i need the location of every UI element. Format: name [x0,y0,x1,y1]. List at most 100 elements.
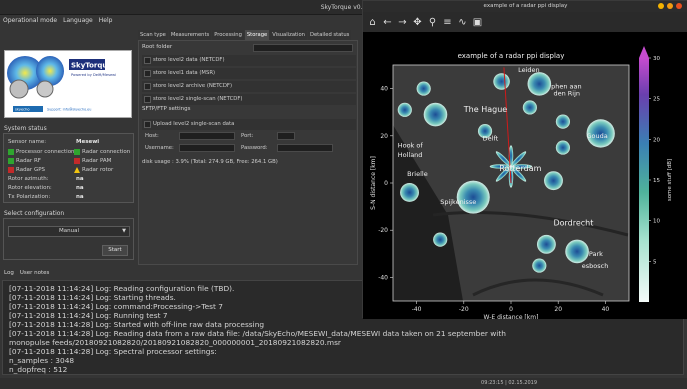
lines-icon[interactable]: ∿ [457,17,468,28]
start-button[interactable]: Start [102,245,128,256]
y-tick-label: 0 [384,180,388,187]
username-label: Username: [145,145,174,151]
radar-rf-indicator [8,158,14,164]
plot-canvas: -40 -20 0 20 40 -40 -20 0 20 40 Leiden phen aan den … [363,32,687,321]
support-link[interactable]: Support: info@skyecho.eu [47,108,91,112]
radar-pam-indicator [74,158,80,164]
log-line: [07-11-2018 11:14:28] Log: Reading data … [9,329,506,338]
indicator-label: Processor connection [16,149,75,155]
username-input[interactable] [179,144,235,152]
menubar: Operational mode Language Help [0,15,360,27]
sensor-name-value: Mesewi [76,139,100,145]
root-folder-label: Root folder [142,44,173,50]
checkbox[interactable] [144,57,151,64]
tab-user-notes[interactable]: User notes [20,269,50,278]
menu-operational-mode[interactable]: Operational mode [3,15,57,27]
y-tick-label: 20 [380,133,388,140]
radar-echo [555,114,570,129]
forward-icon[interactable]: → [397,17,408,28]
tab-scan-type[interactable]: Scan type [138,30,168,40]
sftp-settings-title: SFTP/FTP settings [142,106,191,112]
store-option-label: store level2 archive (NETCDF) [153,83,233,89]
map-label: The Hague [463,105,507,114]
checkbox[interactable] [144,83,151,90]
back-icon[interactable]: ← [382,17,393,28]
radar-echo [433,232,448,247]
store-option-row[interactable]: store level2 archive (NETCDF) [142,81,356,92]
tx-polarization-value: na [76,194,84,200]
status-panel: Sensor name: Mesewi Processor connection… [3,133,134,203]
tab-log[interactable]: Log [4,269,14,278]
colorbar-tick-label: 30 [653,56,660,62]
root-folder-input[interactable] [253,44,353,52]
colorbar-extend-arrow [639,46,649,58]
tab-storage[interactable]: Storage [244,30,270,40]
host-label: Host: [145,133,159,139]
map-label: Holland [398,151,423,159]
port-label: Port: [241,133,254,139]
tab-detailed-status[interactable]: Detailed status [307,30,352,40]
host-input[interactable] [179,132,235,140]
store-option-row[interactable]: store level1 data (MSR) [142,68,356,79]
password-label: Password: [241,145,268,151]
tab-visualization[interactable]: Visualization [270,30,307,40]
close-button[interactable] [676,3,682,9]
map-label: Park [589,250,603,258]
config-title: Select configuration [4,210,65,217]
logo-graphic: SkyTorque Powered by Delft/Mesewi skyech… [7,56,116,112]
log-tabs: Log User notes [0,269,49,278]
colorbar-tick-label: 10 [653,219,660,225]
menu-help[interactable]: Help [99,15,113,27]
configuration-select[interactable]: Manual ▼ [8,226,130,237]
store-option-row[interactable]: store level2 data (NETCDF) [142,55,356,66]
indicator-label: Radar PAM [82,158,112,164]
zoom-icon[interactable]: ⚲ [427,17,438,28]
map-label: Dordrecht [553,218,593,227]
checkbox[interactable] [144,70,151,77]
disk-usage-text: disk usage : 3.9% (Total: 274.9 GB, Free… [142,159,278,165]
configuration-select-value: Manual [59,228,79,234]
save-icon[interactable]: ▣ [472,17,483,28]
checkbox[interactable] [144,121,151,128]
maximize-button[interactable] [667,3,673,9]
radar-ppi-chart[interactable]: -40 -20 0 20 40-40-2002040Leidenphen aanden … [363,32,687,321]
upload-option-row[interactable]: Upload level2 single-scan data [142,119,356,130]
home-icon[interactable]: ⌂ [367,17,378,28]
minimize-button[interactable] [658,3,664,9]
store-option-label: store level2 data (NETCDF) [153,57,225,63]
x-axis-label: W-E distance [km] [484,314,539,319]
radar-echo [456,180,490,214]
sensor-name-label: Sensor name: [8,139,47,145]
log-line: n_dopfreq : 512 [9,365,68,374]
x-tick-label: 20 [554,306,562,313]
pan-icon[interactable]: ✥ [412,17,423,28]
map-label: Brielle [407,170,428,178]
port-input[interactable] [277,132,295,140]
radar-echo [565,239,589,264]
tx-polarization-label: Tx Polarization: [8,194,51,200]
settings-icon[interactable]: ≡ [442,17,453,28]
status-title: System status [4,125,47,132]
status-bar: 09:23:15 | 02.15.2019 [0,378,687,389]
indicator-label: Radar connection [82,149,131,155]
tab-processing[interactable]: Processing [212,30,244,40]
password-input[interactable] [277,144,333,152]
log-line: n_samples : 3048 [9,356,75,365]
y-tick-label: 40 [380,86,388,93]
radar-echo [423,102,448,127]
store-option-row[interactable]: store level2 single-scan (NETCDF) [142,94,356,105]
y-axis-label: S-N distance [km] [370,156,377,210]
radar-echo [400,183,419,202]
rotor-azimuth-value: na [76,176,84,182]
menu-language[interactable]: Language [63,15,93,27]
radar-echo [532,258,547,273]
colorbar-tick-label: 5 [653,259,657,265]
checkbox[interactable] [144,96,151,103]
map-label: Hook of [398,142,424,150]
map-label: Gouda [587,132,608,140]
x-tick-label: 40 [602,306,610,313]
log-line: [07-11-2018 11:14:28] Log: Started with … [9,320,265,329]
map-label: Leiden [518,66,540,74]
upload-option-label: Upload level2 single-scan data [153,121,235,127]
tab-measurements[interactable]: Measurements [168,30,212,40]
